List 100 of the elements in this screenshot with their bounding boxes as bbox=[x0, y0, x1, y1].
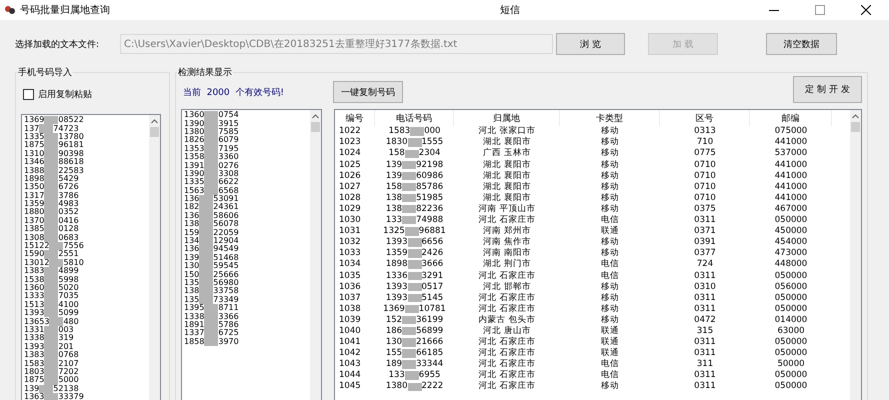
phone-digits: 13780 bbox=[58, 132, 84, 141]
phone-digits: 56980 bbox=[213, 279, 239, 287]
scroll-up-icon[interactable] bbox=[312, 114, 319, 119]
column-header[interactable]: 卡类型 bbox=[560, 110, 660, 126]
table-cell-text: 移动 bbox=[600, 292, 620, 304]
phone-digits: 3291 bbox=[422, 272, 444, 280]
table-cell-text: 0311 bbox=[693, 292, 717, 304]
phone-digits: 159 bbox=[184, 228, 200, 237]
table-cell-text: 河南 郑州市 bbox=[482, 226, 532, 236]
phone-digits: 7195 bbox=[218, 144, 239, 153]
phone-digits: 480 bbox=[63, 318, 79, 326]
table-cell-text: 湖北 襄阳市 bbox=[482, 137, 532, 148]
table-cell-text: 1041 bbox=[338, 336, 362, 348]
table-cell-text: 0710 bbox=[693, 170, 717, 182]
phone-digits: 3360 bbox=[218, 153, 239, 162]
table-cell-text: 移动 bbox=[600, 192, 620, 204]
phone-digits: 134 bbox=[184, 237, 200, 246]
phone-digits: 000 bbox=[424, 127, 440, 136]
column-header[interactable]: 归属地 bbox=[454, 110, 560, 126]
phone-digits: 189 bbox=[386, 360, 402, 369]
scrollbar[interactable] bbox=[310, 110, 321, 400]
table-cell-text: 1045 bbox=[338, 381, 362, 392]
phone-digits: 6656 bbox=[422, 238, 444, 247]
copy-numbers-button[interactable]: 一键复制号码 bbox=[333, 81, 403, 103]
phone-digits: 1393 bbox=[24, 309, 44, 318]
redaction-block bbox=[404, 304, 419, 314]
scroll-thumb[interactable] bbox=[150, 127, 159, 137]
table-cell-text: 河南 南阳市 bbox=[482, 248, 532, 258]
action-button[interactable]: 浏 览 bbox=[556, 33, 625, 55]
column-header[interactable]: 编号 bbox=[335, 110, 375, 126]
phone-digits: 90398 bbox=[58, 150, 84, 158]
phone-digits: 73349 bbox=[213, 296, 239, 304]
phone-digits: 1875 bbox=[24, 141, 44, 150]
phone-digits: 36199 bbox=[416, 316, 444, 324]
paste-checkbox[interactable]: 启用复制粘贴 bbox=[23, 88, 164, 101]
phone-digits: 1353 bbox=[184, 144, 204, 153]
phone-digits: 1393 bbox=[386, 282, 408, 292]
table-cell-text: 056000 bbox=[774, 281, 808, 292]
phone-digits: 133 bbox=[388, 371, 405, 380]
phone-digits: 5020 bbox=[58, 284, 79, 292]
phone-digits: 003 bbox=[58, 326, 74, 334]
phone-digits: 2107 bbox=[58, 360, 79, 368]
table-cell-text: 移动 bbox=[600, 159, 620, 170]
phone-digits: 1555 bbox=[422, 138, 444, 147]
table-cell-text: 河北 石家庄市 bbox=[478, 336, 536, 348]
phone-digits: 1538 bbox=[24, 276, 44, 284]
phone-digits: 7202 bbox=[58, 368, 79, 376]
table-cell-text: 1043 bbox=[338, 358, 362, 370]
phone-digits: 182 bbox=[184, 203, 200, 212]
action-button[interactable]: 清空数据 bbox=[766, 33, 837, 55]
phone-digits: 201 bbox=[58, 342, 74, 351]
redaction-block bbox=[402, 172, 416, 180]
phone-digits: 138 bbox=[386, 204, 402, 214]
phone-digits: 1590 bbox=[24, 250, 44, 258]
phone-digits: 51985 bbox=[416, 194, 444, 202]
table-cell-text: 1025 bbox=[338, 159, 362, 170]
table-cell-text: 0311 bbox=[693, 270, 717, 282]
scroll-thumb[interactable] bbox=[851, 122, 860, 132]
phone-digits: 0276 bbox=[218, 162, 239, 170]
phone-digits: 136 bbox=[184, 245, 200, 254]
scrollbar[interactable] bbox=[850, 110, 861, 400]
checkbox[interactable] bbox=[23, 89, 34, 100]
table-cell-text: 移动 bbox=[600, 281, 620, 292]
phone-digits: 15122 bbox=[24, 242, 50, 250]
phone-digits: 94549 bbox=[213, 245, 239, 254]
scroll-up-icon[interactable] bbox=[852, 114, 859, 119]
table-cell-text: 移动 bbox=[600, 204, 620, 215]
table-cell-text: 0311 bbox=[693, 336, 717, 348]
scroll-thumb[interactable] bbox=[311, 122, 320, 132]
phone-digits: 53091 bbox=[213, 195, 239, 204]
custom-dev-button[interactable]: 定 制 开 发 bbox=[793, 76, 862, 102]
table-cell-text: 河北 石家庄市 bbox=[478, 214, 536, 226]
redaction-block bbox=[402, 349, 416, 358]
phone-digits: 51468 bbox=[213, 254, 239, 262]
table-cell-text: 050000 bbox=[774, 381, 808, 392]
phone-digits: 186 bbox=[386, 326, 402, 336]
scrollbar[interactable] bbox=[149, 115, 160, 400]
phone-digits: 13012 bbox=[24, 258, 50, 267]
column-header[interactable]: 电话号码 bbox=[375, 110, 454, 126]
phone-digits: 1346 bbox=[24, 158, 44, 166]
phone-digits: 1338 bbox=[184, 312, 204, 321]
number-list[interactable] bbox=[21, 114, 161, 400]
table-cell-text: 050000 bbox=[774, 336, 808, 348]
phone-digits: 3786 bbox=[58, 192, 79, 200]
file-path-field[interactable]: C:\Users\Xavier\Desktop\CDB\在20183251去重整理好3177条数据.txt bbox=[120, 34, 553, 54]
phone-digits: 4983 bbox=[58, 200, 79, 208]
phone-digits: 5810 bbox=[63, 258, 84, 267]
phone-digits: 139 bbox=[386, 172, 402, 180]
phone-digits: 1383 bbox=[24, 267, 44, 276]
table-cell-text: 联通 bbox=[600, 348, 620, 359]
table-cell-text: 河南 平顶山市 bbox=[478, 204, 536, 214]
redaction-block bbox=[404, 150, 419, 158]
table-cell-text: 河北 石家庄市 bbox=[478, 381, 536, 392]
column-header[interactable]: 邮编 bbox=[750, 110, 832, 126]
phone-digits: 22059 bbox=[213, 228, 239, 237]
valid-number-list[interactable] bbox=[181, 109, 322, 400]
scroll-up-icon[interactable] bbox=[151, 119, 158, 124]
column-header[interactable]: 区号 bbox=[660, 110, 750, 126]
phone-digits: 1369 bbox=[24, 116, 44, 124]
table-cell-text: 63000 bbox=[776, 326, 806, 337]
